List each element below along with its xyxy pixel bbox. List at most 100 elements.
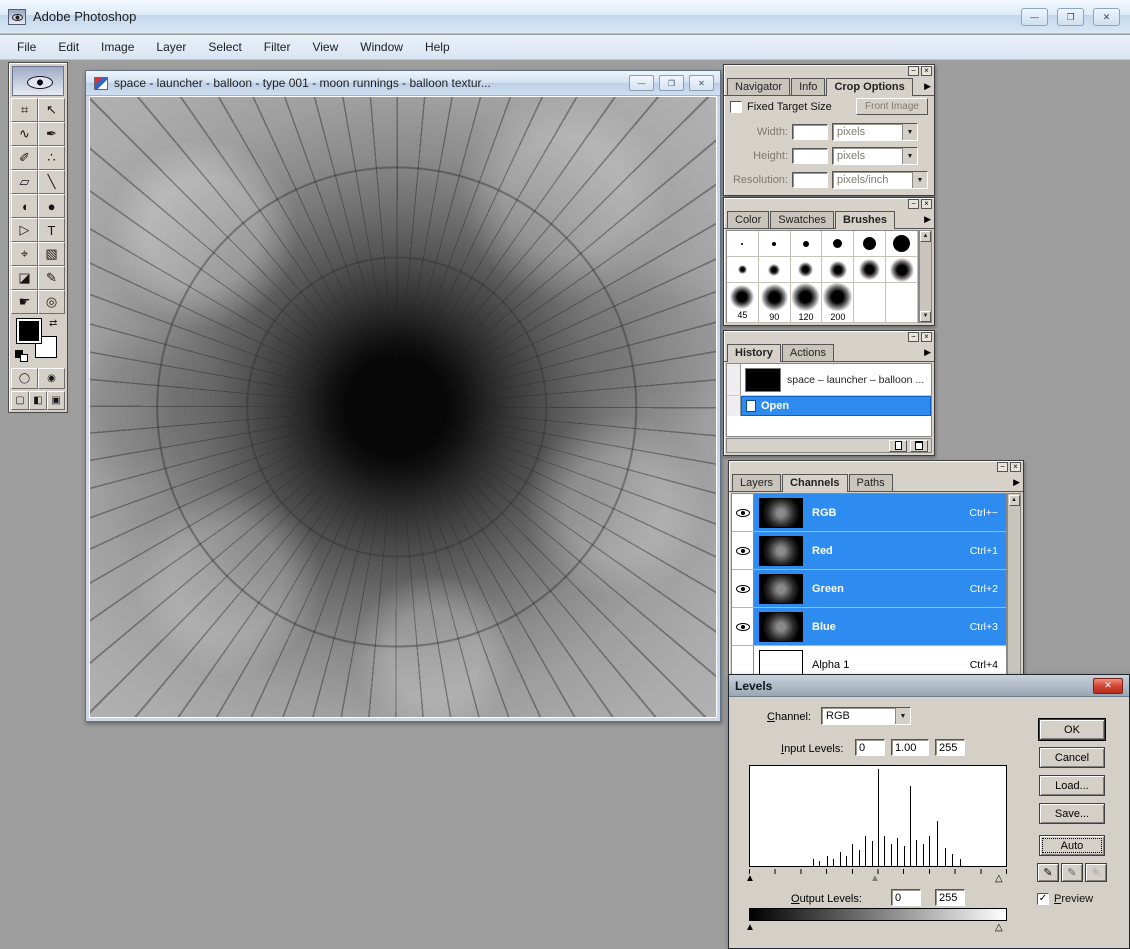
menu-image[interactable]: Image — [90, 36, 145, 58]
brush-preset[interactable] — [886, 231, 918, 257]
swap-colors-icon[interactable]: ⇄ — [49, 318, 57, 329]
channels-palette-caption[interactable]: − × — [729, 461, 1023, 473]
palette-minimize-button[interactable]: − — [908, 199, 919, 209]
move-tool[interactable]: ↖ — [38, 98, 65, 122]
palette-menu-arrow-icon[interactable]: ▶ — [924, 347, 931, 358]
crop-palette-caption[interactable]: − × — [724, 65, 934, 77]
input-shadow-slider[interactable]: ▲ — [745, 874, 755, 884]
palette-menu-arrow-icon[interactable]: ▶ — [1013, 477, 1020, 488]
height-unit-select[interactable]: pixels ▼ — [832, 147, 918, 165]
default-colors-icon[interactable] — [15, 350, 29, 362]
crop-tool[interactable]: ⌗ — [11, 98, 38, 122]
lasso-tool[interactable]: ∿ — [11, 122, 38, 146]
eraser-tool[interactable]: ▱ — [11, 170, 38, 194]
levels-close-button[interactable]: ✕ — [1093, 678, 1123, 694]
history-brush-well[interactable] — [727, 396, 741, 416]
history-snapshot-row[interactable]: space – launcher – balloon ... — [727, 364, 931, 396]
brush-preset[interactable] — [759, 257, 791, 283]
brush-preset[interactable] — [759, 231, 791, 257]
menubar-screen-button[interactable]: ◧ — [29, 391, 47, 410]
channel-row-blue[interactable]: Blue Ctrl+3 — [732, 608, 1006, 646]
gray-point-eyedropper[interactable]: ✎ — [1061, 863, 1083, 882]
pen-tool[interactable]: ✒ — [38, 122, 65, 146]
tab-layers[interactable]: Layers — [732, 474, 781, 491]
input-midtone-slider[interactable]: ▲ — [870, 874, 880, 884]
full-screen-button[interactable]: ▣ — [47, 391, 65, 410]
history-state-selected[interactable]: Open — [741, 396, 931, 416]
input-highlight-slider[interactable]: △ — [995, 874, 1003, 884]
menu-edit[interactable]: Edit — [47, 36, 90, 58]
visibility-cell[interactable] — [732, 532, 754, 569]
app-titlebar[interactable]: Adobe Photoshop — ❐ ✕ — [0, 0, 1130, 34]
fixed-target-size-checkbox[interactable] — [730, 101, 742, 113]
resolution-unit-select[interactable]: pixels/inch ▼ — [832, 171, 928, 189]
width-unit-select[interactable]: pixels ▼ — [832, 123, 918, 141]
menu-layer[interactable]: Layer — [145, 36, 197, 58]
airbrush-tool[interactable]: ∴ — [38, 146, 65, 170]
document-close-button[interactable]: ✕ — [689, 75, 714, 91]
tab-paths[interactable]: Paths — [849, 474, 893, 491]
visibility-cell[interactable] — [732, 570, 754, 607]
load-button[interactable]: Load... — [1039, 775, 1105, 796]
menu-select[interactable]: Select — [197, 36, 252, 58]
output-shadow-slider[interactable]: ▲ — [745, 923, 755, 933]
history-state-row[interactable]: Open — [727, 396, 931, 416]
output-highlight-slider[interactable]: △ — [995, 923, 1003, 933]
scroll-up-icon[interactable]: ▲ — [1009, 495, 1020, 506]
visibility-cell[interactable] — [732, 494, 754, 531]
input-gamma-field[interactable] — [891, 739, 929, 756]
maximize-button[interactable]: ❐ — [1057, 8, 1084, 26]
brushes-scrollbar[interactable]: ▲ ▼ — [919, 230, 932, 323]
brush-preset[interactable] — [727, 257, 759, 283]
quick-mask-button[interactable]: ◉ — [38, 368, 65, 389]
preview-checkbox[interactable]: ✓ — [1037, 893, 1049, 905]
minimize-button[interactable]: — — [1021, 8, 1048, 26]
channel-row-rgb[interactable]: RGB Ctrl+~ — [732, 494, 1006, 532]
dodge-tool[interactable]: ◖ — [11, 194, 38, 218]
brush-preset[interactable]: 90 — [759, 283, 791, 323]
black-point-eyedropper[interactable]: ✎ — [1037, 863, 1059, 882]
new-snapshot-button[interactable] — [889, 440, 907, 452]
tab-actions[interactable]: Actions — [782, 344, 834, 361]
paintbrush-tool[interactable]: ✐ — [11, 146, 38, 170]
palette-menu-arrow-icon[interactable]: ▶ — [924, 81, 931, 92]
brush-preset[interactable] — [854, 257, 886, 283]
eyedropper-tool[interactable]: ✎ — [38, 266, 65, 290]
palette-minimize-button[interactable]: − — [908, 332, 919, 342]
brush-preset[interactable] — [822, 257, 854, 283]
scroll-up-icon[interactable]: ▲ — [920, 231, 931, 242]
cancel-button[interactable]: Cancel — [1039, 747, 1105, 768]
tab-crop-options[interactable]: Crop Options — [826, 78, 912, 96]
brush-preset[interactable] — [791, 257, 823, 283]
tab-history[interactable]: History — [727, 344, 781, 362]
brush-preset[interactable] — [886, 257, 918, 283]
type-tool[interactable]: T — [38, 218, 65, 242]
menu-help[interactable]: Help — [414, 36, 461, 58]
brush-preset[interactable] — [727, 231, 759, 257]
line-tool[interactable]: ╲ — [38, 170, 65, 194]
brushes-palette-caption[interactable]: − × — [724, 198, 934, 210]
blur-tool[interactable]: ● — [38, 194, 65, 218]
palette-minimize-button[interactable]: − — [908, 66, 919, 76]
output-low-field[interactable] — [891, 889, 921, 906]
brush-preset[interactable]: 45 — [727, 283, 759, 323]
height-input[interactable] — [792, 148, 828, 164]
menu-filter[interactable]: Filter — [253, 36, 302, 58]
document-minimize-button[interactable]: — — [629, 75, 654, 91]
history-brush-well[interactable] — [727, 364, 741, 395]
channel-select[interactable]: RGB ▼ — [821, 707, 911, 725]
palette-close-button[interactable]: × — [921, 332, 932, 342]
tab-color[interactable]: Color — [727, 211, 769, 228]
palette-close-button[interactable]: × — [1010, 462, 1021, 472]
palette-minimize-button[interactable]: − — [997, 462, 1008, 472]
ok-button[interactable]: OK — [1039, 719, 1105, 740]
standard-mode-button[interactable]: ◯ — [11, 368, 38, 389]
brush-preset[interactable]: 200 — [822, 283, 854, 323]
height-unit-dropdown-icon[interactable]: ▼ — [902, 148, 917, 164]
document-maximize-button[interactable]: ❐ — [659, 75, 684, 91]
brush-preset[interactable] — [886, 283, 918, 323]
auto-button[interactable]: Auto — [1039, 835, 1105, 856]
brush-preset[interactable] — [854, 283, 886, 323]
tab-channels[interactable]: Channels — [782, 474, 848, 492]
tab-navigator[interactable]: Navigator — [727, 78, 790, 95]
